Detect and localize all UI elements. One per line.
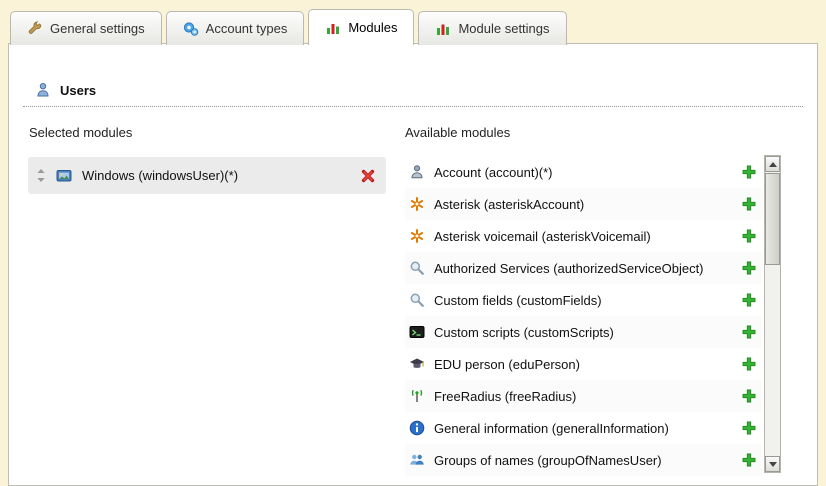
available-module-label: EDU person (eduPerson) — [434, 357, 732, 372]
terminal-icon — [409, 324, 425, 340]
available-modules-scrollbar[interactable] — [764, 155, 781, 473]
available-module-row: Account (account)(*) — [405, 156, 762, 188]
add-module-button[interactable] — [741, 420, 757, 436]
tab-account-types[interactable]: Account types — [166, 11, 305, 45]
up-arrow-icon — [769, 162, 777, 167]
remove-module-button[interactable] — [360, 168, 376, 184]
available-module-label: Groups of names (groupOfNamesUser) — [434, 453, 732, 468]
account-types-icon — [183, 21, 199, 37]
selected-modules-list: Windows (windowsUser)(*) — [28, 157, 386, 194]
green-plus-icon — [741, 260, 757, 276]
antenna-icon — [409, 388, 425, 404]
available-module-label: Account (account)(*) — [434, 165, 732, 180]
edu-person-icon — [409, 356, 425, 372]
scrollbar-thumb[interactable] — [765, 173, 780, 265]
add-module-button[interactable] — [741, 356, 757, 372]
windows-icon — [56, 168, 72, 184]
tab-bar: General settings Account types Modules M… — [10, 9, 567, 45]
down-arrow-icon — [769, 462, 777, 467]
add-module-button[interactable] — [741, 388, 757, 404]
available-module-row: Groups of names (groupOfNamesUser) — [405, 444, 762, 476]
available-modules-heading: Available modules — [405, 125, 510, 140]
content-panel: Users Selected modules Available modules… — [8, 43, 818, 486]
green-plus-icon — [741, 292, 757, 308]
section-heading-users: Users — [35, 82, 96, 98]
user-icon — [35, 82, 51, 98]
available-module-row: EDU person (eduPerson) — [405, 348, 762, 380]
green-plus-icon — [741, 324, 757, 340]
tab-label: General settings — [50, 21, 145, 36]
red-x-icon — [360, 168, 376, 184]
module-settings-icon — [435, 21, 451, 37]
green-plus-icon — [741, 388, 757, 404]
wrench-icon — [27, 21, 43, 37]
available-module-label: Asterisk (asteriskAccount) — [434, 197, 732, 212]
available-module-label: Asterisk voicemail (asteriskVoicemail) — [434, 229, 732, 244]
selected-modules-heading: Selected modules — [29, 125, 132, 140]
magnifier-icon — [409, 260, 425, 276]
modules-icon — [325, 20, 341, 36]
selected-module-row: Windows (windowsUser)(*) — [28, 157, 386, 194]
tab-label: Module settings — [458, 21, 549, 36]
add-module-button[interactable] — [741, 324, 757, 340]
asterisk-icon — [409, 196, 425, 212]
scroll-down-button[interactable] — [765, 456, 780, 472]
available-module-label: Custom scripts (customScripts) — [434, 325, 732, 340]
available-module-row: Custom scripts (customScripts) — [405, 316, 762, 348]
available-module-label: General information (generalInformation) — [434, 421, 732, 436]
green-plus-icon — [741, 356, 757, 372]
info-icon — [409, 420, 425, 436]
available-module-row: Custom fields (customFields) — [405, 284, 762, 316]
lam-configuration-page: General settings Account types Modules M… — [0, 0, 826, 486]
selected-module-label: Windows (windowsUser)(*) — [82, 168, 350, 183]
tab-module-settings[interactable]: Module settings — [418, 11, 566, 45]
tab-modules[interactable]: Modules — [308, 9, 414, 45]
account-icon — [409, 164, 425, 180]
add-module-button[interactable] — [741, 292, 757, 308]
section-title: Users — [60, 83, 96, 98]
green-plus-icon — [741, 164, 757, 180]
add-module-button[interactable] — [741, 196, 757, 212]
magnifier-icon — [409, 292, 425, 308]
available-module-row: Authorized Services (authorizedServiceOb… — [405, 252, 762, 284]
available-module-row: FreeRadius (freeRadius) — [405, 380, 762, 412]
available-module-label: Custom fields (customFields) — [434, 293, 732, 308]
scroll-up-button[interactable] — [765, 156, 780, 172]
available-module-row: General information (generalInformation) — [405, 412, 762, 444]
asterisk-icon — [409, 228, 425, 244]
add-module-button[interactable] — [741, 452, 757, 468]
drag-handle-icon[interactable] — [36, 168, 46, 183]
available-module-row: Asterisk voicemail (asteriskVoicemail) — [405, 220, 762, 252]
tab-label: Account types — [206, 21, 288, 36]
green-plus-icon — [741, 420, 757, 436]
section-divider — [23, 106, 803, 107]
green-plus-icon — [741, 228, 757, 244]
available-module-row: Asterisk (asteriskAccount) — [405, 188, 762, 220]
available-module-label: FreeRadius (freeRadius) — [434, 389, 732, 404]
add-module-button[interactable] — [741, 164, 757, 180]
green-plus-icon — [741, 196, 757, 212]
tab-label: Modules — [348, 20, 397, 35]
available-module-label: Authorized Services (authorizedServiceOb… — [434, 261, 732, 276]
add-module-button[interactable] — [741, 260, 757, 276]
tab-general-settings[interactable]: General settings — [10, 11, 162, 45]
group-icon — [409, 452, 425, 468]
add-module-button[interactable] — [741, 228, 757, 244]
available-modules-list: Account (account)(*) Asterisk (asteriskA… — [405, 156, 762, 476]
green-plus-icon — [741, 452, 757, 468]
